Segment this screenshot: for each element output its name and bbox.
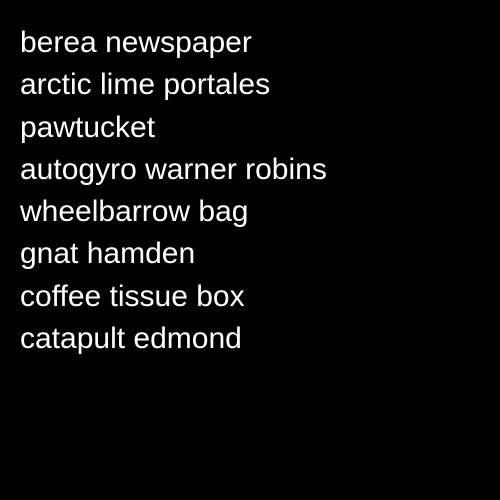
text-line: arctic lime portales <box>20 68 271 102</box>
text-list: berea newspaper arctic lime portales paw… <box>20 22 327 360</box>
text-line: autogyro warner robins <box>20 152 327 186</box>
text-line: pawtucket <box>20 110 156 144</box>
text-line: catapult edmond <box>20 322 242 356</box>
text-line: wheelbarrow bag <box>20 195 249 229</box>
canvas: berea newspaper arctic lime portales paw… <box>0 0 500 500</box>
text-line: berea newspaper <box>20 26 252 59</box>
text-line: gnat hamden <box>20 237 196 271</box>
text-line: coffee tissue box <box>20 279 245 313</box>
